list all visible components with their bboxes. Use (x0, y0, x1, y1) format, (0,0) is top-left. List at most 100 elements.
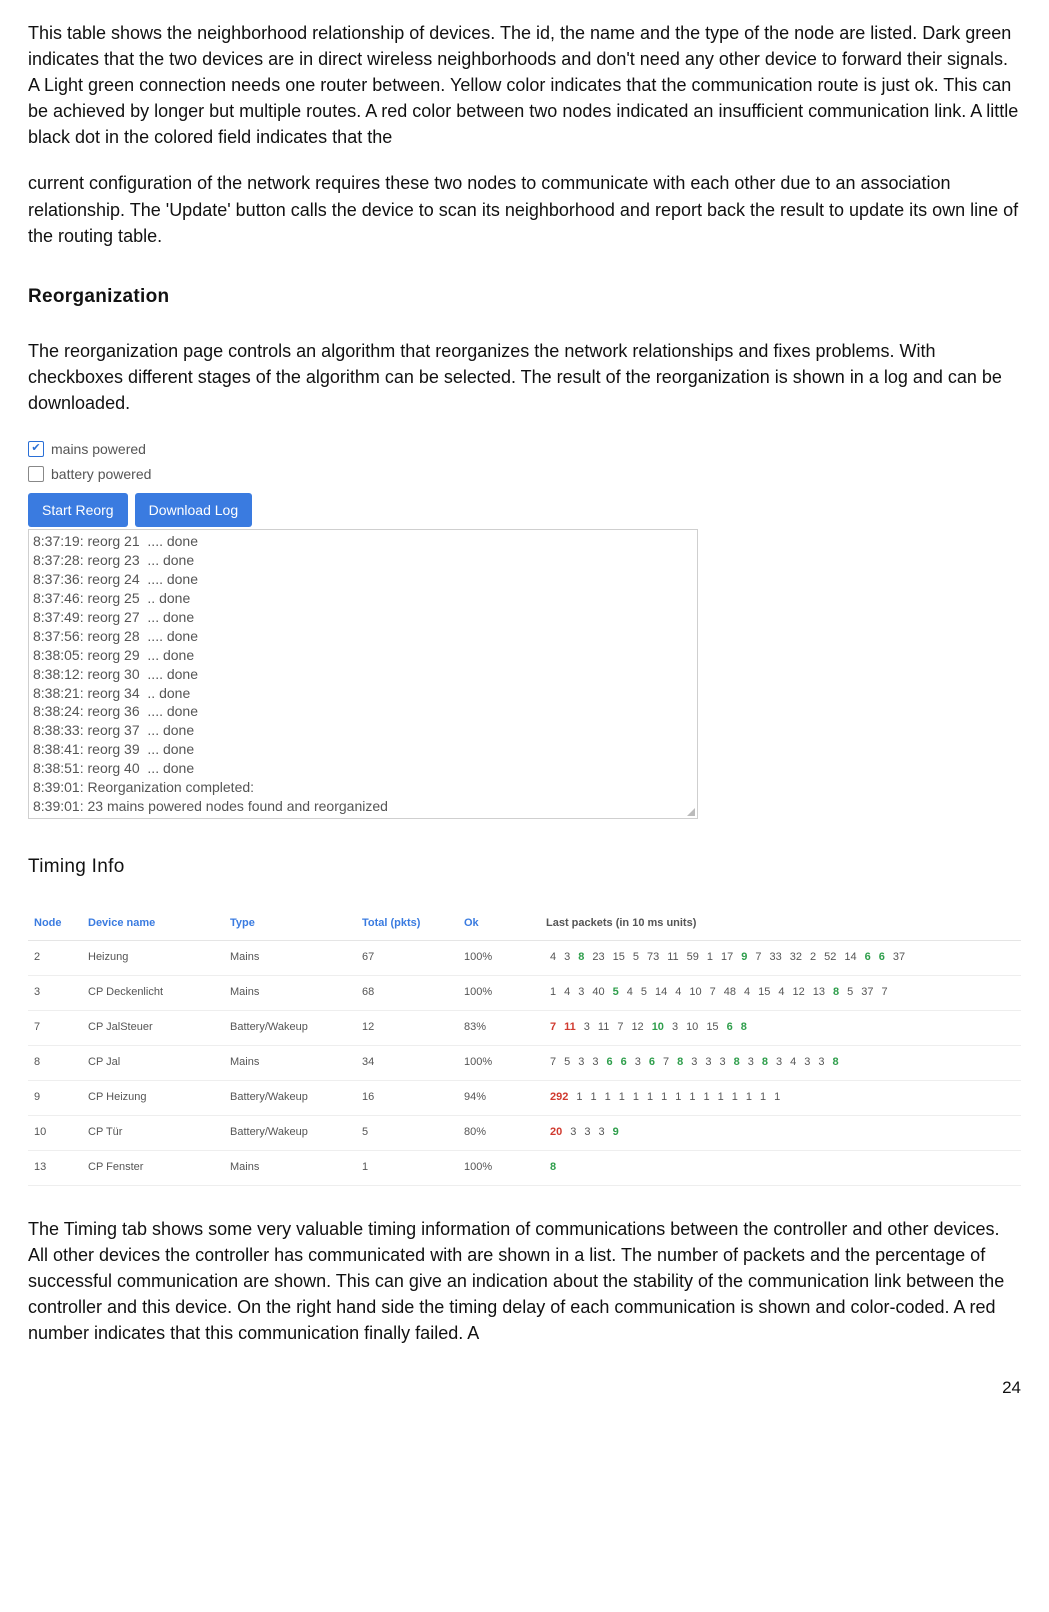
packet-value: 6 (875, 950, 889, 966)
packet-value: 1 (615, 1090, 629, 1106)
resize-handle-icon[interactable] (687, 808, 695, 816)
log-line: 8:38:12: reorg 30 .... done (33, 665, 691, 684)
packet-value: 1 (629, 1090, 643, 1106)
th-total[interactable]: Total (pkts) (356, 908, 458, 940)
packet-value: 3 (588, 1055, 602, 1071)
packet-value: 3 (701, 1055, 715, 1071)
log-line: 8:38:41: reorg 39 ... done (33, 740, 691, 759)
packet-value: 6 (723, 1020, 737, 1036)
packet-value: 14 (840, 950, 860, 966)
checkbox-mains[interactable]: ✔ (28, 441, 44, 457)
packet-value: 37 (857, 985, 877, 1001)
checkbox-battery-label: battery powered (51, 464, 151, 484)
cell-total: 5 (356, 1116, 458, 1151)
log-line: 8:37:56: reorg 28 .... done (33, 627, 691, 646)
packet-value: 8 (673, 1055, 687, 1071)
packet-value: 17 (717, 950, 737, 966)
packet-value: 1 (742, 1090, 756, 1106)
packet-value: 8 (574, 950, 588, 966)
log-line: 8:37:46: reorg 25 .. done (33, 589, 691, 608)
packet-value: 2 (806, 950, 820, 966)
packet-value: 11 (560, 1020, 580, 1036)
packet-value: 4 (546, 950, 560, 966)
packet-value: 9 (737, 950, 751, 966)
th-type[interactable]: Type (224, 908, 356, 940)
download-log-button[interactable]: Download Log (135, 493, 253, 527)
log-line: 8:37:19: reorg 21 .... done (33, 532, 691, 551)
packet-value: 3 (772, 1055, 786, 1071)
packet-value: 12 (627, 1020, 647, 1036)
cell-packets: 43823155731159117973332252146637 (540, 941, 1021, 976)
table-row: 7CP JalSteuerBattery/Wakeup1283%71131171… (28, 1011, 1021, 1046)
cell-node: 7 (28, 1011, 82, 1046)
packet-value: 59 (683, 950, 703, 966)
cell-ok: 100% (458, 1046, 540, 1081)
cell-type: Battery/Wakeup (224, 1116, 356, 1151)
packet-value: 33 (766, 950, 786, 966)
cell-ok: 100% (458, 941, 540, 976)
packet-value: 3 (580, 1020, 594, 1036)
packet-value: 1 (601, 1090, 615, 1106)
cell-name: CP Tür (82, 1116, 224, 1151)
page-number: 24 (28, 1376, 1021, 1401)
packet-value: 8 (829, 985, 843, 1001)
cell-node: 3 (28, 976, 82, 1011)
timing-heading: Timing Info (28, 853, 1021, 881)
packet-value: 1 (657, 1090, 671, 1106)
cell-ok: 94% (458, 1081, 540, 1116)
cell-total: 34 (356, 1046, 458, 1081)
reorg-log[interactable]: 8:37:19: reorg 21 .... done8:37:28: reor… (28, 529, 698, 818)
checkbox-battery-row[interactable]: battery powered (28, 462, 698, 487)
packet-value: 1 (770, 1090, 784, 1106)
packet-value: 9 (609, 1125, 623, 1141)
timing-table: Node Device name Type Total (pkts) Ok La… (28, 908, 1021, 1186)
packet-value: 1 (699, 1090, 713, 1106)
packet-value: 10 (648, 1020, 668, 1036)
packet-value: 4 (786, 1055, 800, 1071)
th-name[interactable]: Device name (82, 908, 224, 940)
packet-value: 4 (671, 985, 685, 1001)
cell-type: Mains (224, 1150, 356, 1185)
table-row: 3CP DeckenlichtMains68100%14340545144107… (28, 976, 1021, 1011)
start-reorg-button[interactable]: Start Reorg (28, 493, 128, 527)
checkbox-battery[interactable] (28, 466, 44, 482)
packet-value: 292 (546, 1090, 572, 1106)
table-row: 13CP FensterMains1100%8 (28, 1150, 1021, 1185)
packet-value: 13 (809, 985, 829, 1001)
cell-node: 2 (28, 941, 82, 976)
packet-value: 1 (728, 1090, 742, 1106)
packet-value: 3 (574, 1055, 588, 1071)
packet-value: 1 (685, 1090, 699, 1106)
cell-type: Mains (224, 1046, 356, 1081)
th-ok[interactable]: Ok (458, 908, 540, 940)
packet-value: 1 (703, 950, 717, 966)
packet-value: 7 (613, 1020, 627, 1036)
packet-value: 8 (829, 1055, 843, 1071)
cell-name: CP Fenster (82, 1150, 224, 1185)
table-row: 10CP TürBattery/Wakeup580%203339 (28, 1116, 1021, 1151)
packet-value: 10 (682, 1020, 702, 1036)
packet-value: 6 (617, 1055, 631, 1071)
packet-value: 23 (588, 950, 608, 966)
cell-packets: 753366367833383834338 (540, 1046, 1021, 1081)
packet-value: 12 (789, 985, 809, 1001)
th-last: Last packets (in 10 ms units) (540, 908, 1021, 940)
packet-value: 15 (702, 1020, 722, 1036)
packet-value: 73 (643, 950, 663, 966)
log-line: 8:37:28: reorg 23 ... done (33, 551, 691, 570)
packet-value: 37 (889, 950, 909, 966)
packet-value: 5 (843, 985, 857, 1001)
checkbox-mains-row[interactable]: ✔ mains powered (28, 437, 698, 462)
packet-value: 8 (546, 1160, 560, 1176)
packet-value: 3 (631, 1055, 645, 1071)
packet-value: 3 (744, 1055, 758, 1071)
packet-value: 8 (758, 1055, 772, 1071)
th-node[interactable]: Node (28, 908, 82, 940)
packet-value: 3 (560, 950, 574, 966)
log-line: 8:38:24: reorg 36 .... done (33, 702, 691, 721)
cell-total: 16 (356, 1081, 458, 1116)
packet-value: 6 (645, 1055, 659, 1071)
packet-value: 7 (546, 1020, 560, 1036)
packet-value: 20 (546, 1125, 566, 1141)
packet-value: 6 (861, 950, 875, 966)
